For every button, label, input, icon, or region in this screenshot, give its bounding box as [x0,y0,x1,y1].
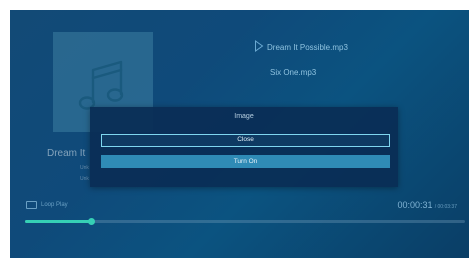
now-playing-title: Dream It [47,148,86,159]
progress-knob[interactable] [87,217,95,225]
music-player-screen: Dream It Possible.mp3 Six One.mp3 Dream … [10,10,469,258]
playlist-item-2[interactable]: Six One.mp3 [270,68,316,77]
total-time: / 00:03:37 [434,204,457,210]
current-time: 00:00:31 [397,200,433,210]
close-button[interactable]: Close [101,134,390,147]
dialog-title: Image [234,113,254,120]
image-dialog: Image Close Turn On [90,107,398,187]
now-playing-album: Unk [80,176,89,182]
play-outline-icon [255,40,264,52]
playlist-item-1[interactable]: Dream It Possible.mp3 [267,43,348,52]
progress-fill [25,220,91,223]
now-playing-artist: Unk [80,165,89,171]
loop-play-toggle[interactable]: Loop Play [26,201,68,209]
turn-on-button[interactable]: Turn On [101,155,390,168]
loop-play-label: Loop Play [41,202,68,208]
loop-icon [26,201,37,209]
progress-bar[interactable] [25,217,465,225]
time-display: 00:00:31 / 00:03:37 [397,200,457,210]
